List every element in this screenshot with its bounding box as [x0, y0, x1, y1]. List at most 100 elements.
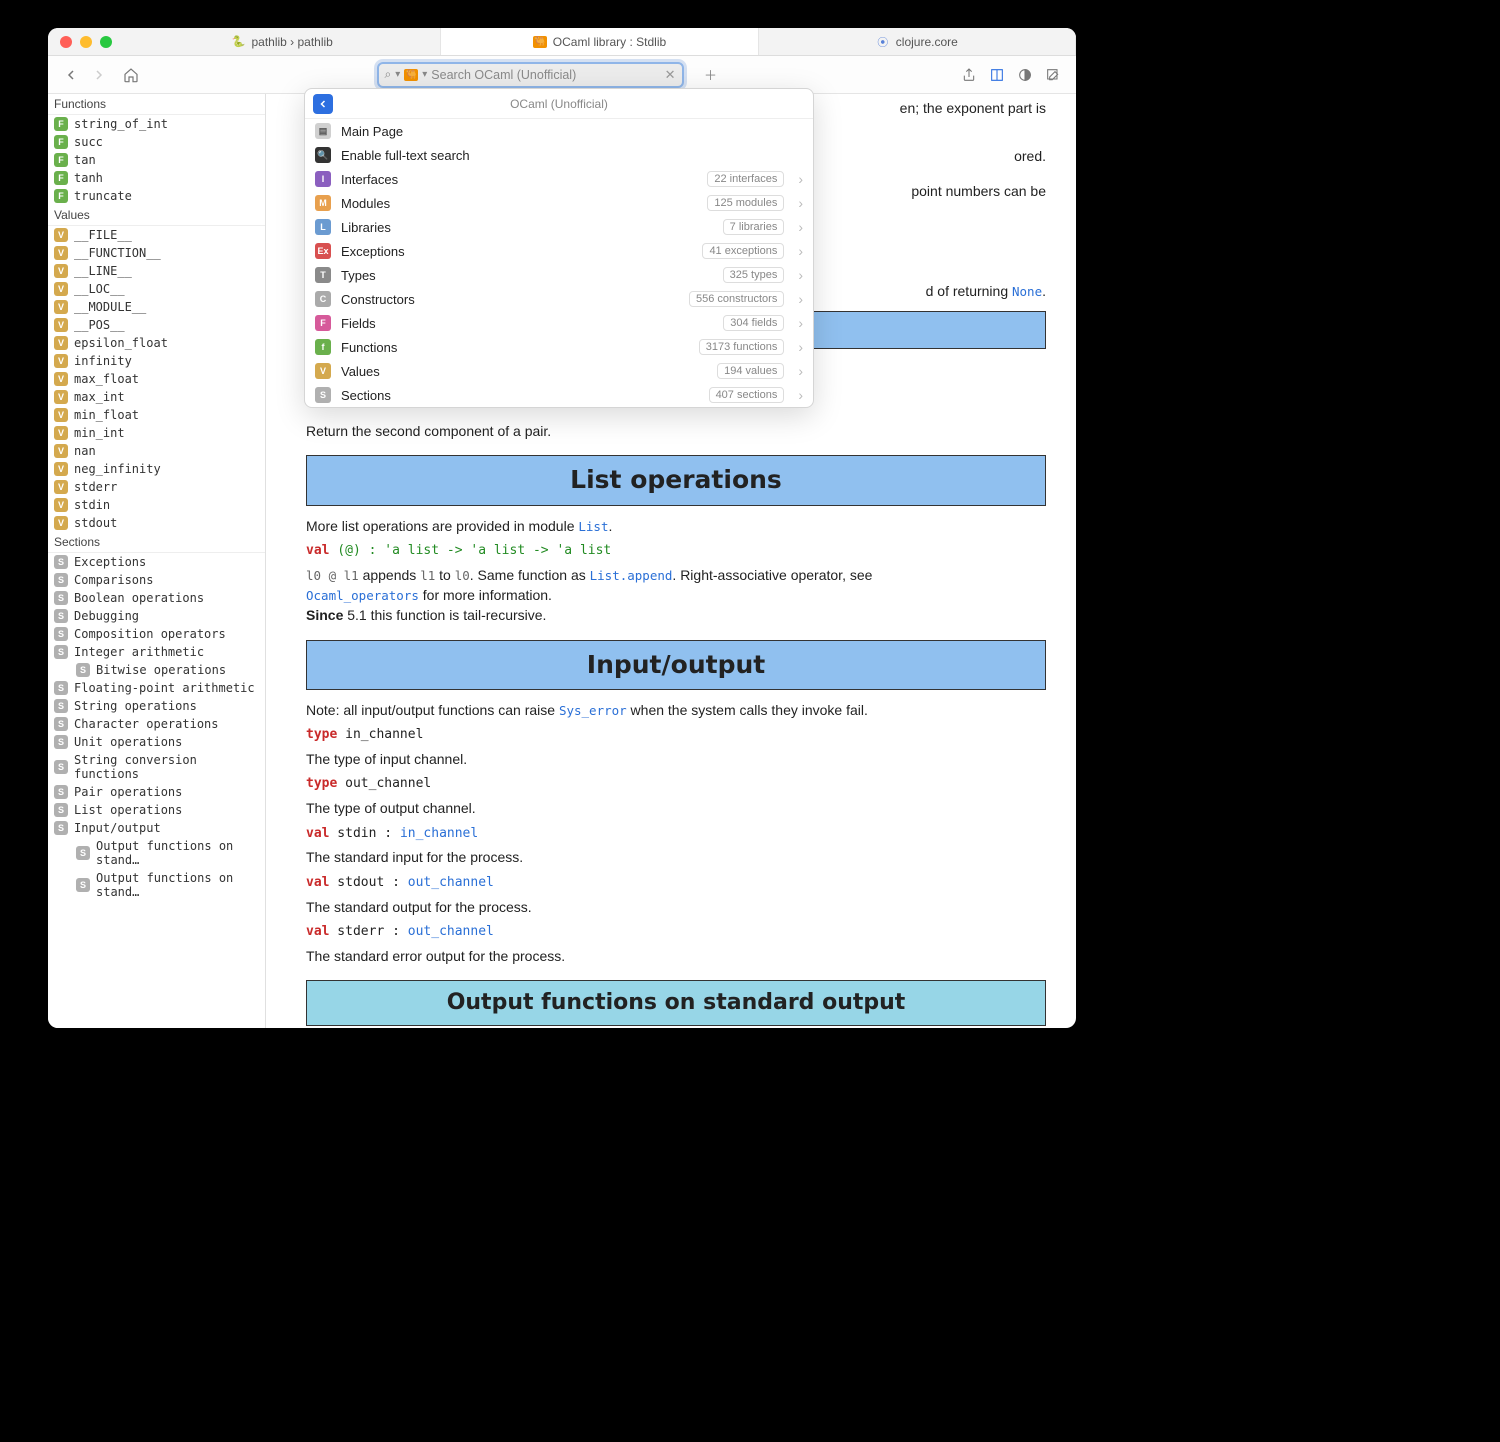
sidebar-item[interactable]: Vmax_float: [48, 370, 265, 388]
search-field[interactable]: ⌕ ▾ 🐫 ▾ ✕: [377, 62, 684, 88]
item-kind-badge: S: [54, 555, 68, 569]
sidebar-item[interactable]: V__FILE__: [48, 226, 265, 244]
sidebar-item[interactable]: SFloating-point arithmetic: [48, 679, 265, 697]
sidebar-item[interactable]: SDebugging: [48, 607, 265, 625]
sidebar-item[interactable]: V__LOC__: [48, 280, 265, 298]
sidebar[interactable]: FunctionsFstring_of_intFsuccFtanFtanhFtr…: [48, 94, 266, 1028]
item-kind-badge: F: [54, 117, 68, 131]
row-kind-icon: L: [315, 219, 331, 235]
tab[interactable]: 🐫OCaml library : Stdlib: [441, 28, 758, 55]
sidebar-item[interactable]: SBitwise operations: [48, 661, 265, 679]
close-window-button[interactable]: [60, 36, 72, 48]
sidebar-item[interactable]: SOutput functions on stand…: [48, 837, 265, 869]
minimize-window-button[interactable]: [80, 36, 92, 48]
sidebar-item[interactable]: Fsucc: [48, 133, 265, 151]
snd-description: Return the second component of a pair.: [306, 421, 1046, 441]
item-kind-badge: V: [54, 390, 68, 404]
row-kind-icon: V: [315, 363, 331, 379]
sidebar-item[interactable]: SString operations: [48, 697, 265, 715]
row-kind-icon: ▤: [315, 123, 331, 139]
popup-row[interactable]: SSections407 sections›: [305, 383, 813, 407]
popup-row[interactable]: fFunctions3173 functions›: [305, 335, 813, 359]
sys-error-link[interactable]: Sys_error: [559, 703, 627, 718]
sidebar-item-label: neg_infinity: [74, 462, 161, 476]
popup-row[interactable]: FFields304 fields›: [305, 311, 813, 335]
sidebar-item[interactable]: V __POS__: [48, 316, 265, 334]
sidebar-item-label: truncate: [74, 189, 132, 203]
sidebar-item[interactable]: Vinfinity: [48, 352, 265, 370]
sidebar-item[interactable]: Vstdin: [48, 496, 265, 514]
popup-back-button[interactable]: [313, 94, 333, 114]
titlebar: 🐍pathlib › pathlib🐫OCaml library : Stdli…: [48, 28, 1076, 56]
popup-row[interactable]: VValues194 values›: [305, 359, 813, 383]
edit-button[interactable]: [1040, 62, 1066, 88]
sidebar-item[interactable]: Vstdout: [48, 514, 265, 532]
popup-row[interactable]: MModules125 modules›: [305, 191, 813, 215]
popup-row[interactable]: LLibraries7 libraries›: [305, 215, 813, 239]
sidebar-item[interactable]: Vmin_int: [48, 424, 265, 442]
popup-row[interactable]: ▤Main Page: [305, 119, 813, 143]
sidebar-item[interactable]: Vneg_infinity: [48, 460, 265, 478]
popup-row[interactable]: TTypes325 types›: [305, 263, 813, 287]
sidebar-item[interactable]: V__LINE__: [48, 262, 265, 280]
new-tab-button[interactable]: ＋: [698, 62, 724, 88]
popup-row[interactable]: IInterfaces22 interfaces›: [305, 167, 813, 191]
search-scope-icon[interactable]: ▾: [395, 69, 400, 80]
item-kind-badge: V: [54, 300, 68, 314]
sidebar-section-header: Functions: [48, 94, 265, 115]
sidebar-item[interactable]: V__MODULE__: [48, 298, 265, 316]
home-button[interactable]: [118, 62, 144, 88]
search-scope-chevron[interactable]: ▾: [422, 69, 427, 80]
sidebar-item[interactable]: SComposition operators: [48, 625, 265, 643]
clear-search-button[interactable]: ✕: [665, 67, 676, 83]
sidebar-item-label: min_float: [74, 408, 139, 422]
popup-row[interactable]: CConstructors556 constructors›: [305, 287, 813, 311]
sidebar-item-label: __LINE__: [74, 264, 132, 278]
sidebar-item[interactable]: SString conversion functions: [48, 751, 265, 783]
popup-row-count: 7 libraries: [723, 219, 785, 235]
sidebar-item[interactable]: SInteger arithmetic: [48, 643, 265, 661]
sidebar-item[interactable]: SPair operations: [48, 783, 265, 801]
sidebar-item[interactable]: Vmax_int: [48, 388, 265, 406]
clojure-icon: ⦿: [876, 35, 890, 49]
sidebar-item[interactable]: SList operations: [48, 801, 265, 819]
row-kind-icon: Ex: [315, 243, 331, 259]
sidebar-item[interactable]: SOutput functions on stand…: [48, 869, 265, 901]
ocaml-operators-link[interactable]: Ocaml_operators: [306, 588, 419, 603]
sidebar-item[interactable]: SExceptions: [48, 553, 265, 571]
search-input[interactable]: [431, 68, 660, 82]
sidebar-item[interactable]: Vstderr: [48, 478, 265, 496]
sidebar-item[interactable]: V__FUNCTION__: [48, 244, 265, 262]
sidebar-item[interactable]: SBoolean operations: [48, 589, 265, 607]
tab[interactable]: 🐍pathlib › pathlib: [124, 28, 441, 55]
none-link[interactable]: None: [1012, 284, 1042, 299]
bookmarks-button[interactable]: [984, 62, 1010, 88]
popup-row-label: Functions: [341, 340, 397, 355]
back-button[interactable]: [58, 62, 84, 88]
item-kind-badge: V: [54, 318, 68, 332]
sidebar-item[interactable]: SInput/output: [48, 819, 265, 837]
sidebar-item[interactable]: SComparisons: [48, 571, 265, 589]
sidebar-item[interactable]: Vmin_float: [48, 406, 265, 424]
sidebar-item[interactable]: Vnan: [48, 442, 265, 460]
sidebar-item-label: __POS__: [74, 318, 125, 332]
forward-button[interactable]: [86, 62, 112, 88]
sidebar-item[interactable]: Ftruncate: [48, 187, 265, 205]
tab[interactable]: ⦿clojure.core: [759, 28, 1076, 55]
sidebar-item[interactable]: Fstring_of_int: [48, 115, 265, 133]
sidebar-item[interactable]: Vepsilon_float: [48, 334, 265, 352]
item-kind-badge: S: [54, 735, 68, 749]
sidebar-item[interactable]: SUnit operations: [48, 733, 265, 751]
list-append-link[interactable]: List.append: [590, 568, 673, 583]
popup-row[interactable]: 🔍Enable full-text search: [305, 143, 813, 167]
sidebar-item[interactable]: SCharacter operations: [48, 715, 265, 733]
share-button[interactable]: [956, 62, 982, 88]
section-header-io: Input/output: [306, 640, 1046, 690]
item-kind-badge: S: [54, 609, 68, 623]
sidebar-item[interactable]: Ftanh: [48, 169, 265, 187]
sidebar-item[interactable]: Ftan: [48, 151, 265, 169]
list-module-link[interactable]: List: [578, 519, 608, 534]
appearance-button[interactable]: [1012, 62, 1038, 88]
popup-row[interactable]: ExExceptions41 exceptions›: [305, 239, 813, 263]
zoom-window-button[interactable]: [100, 36, 112, 48]
